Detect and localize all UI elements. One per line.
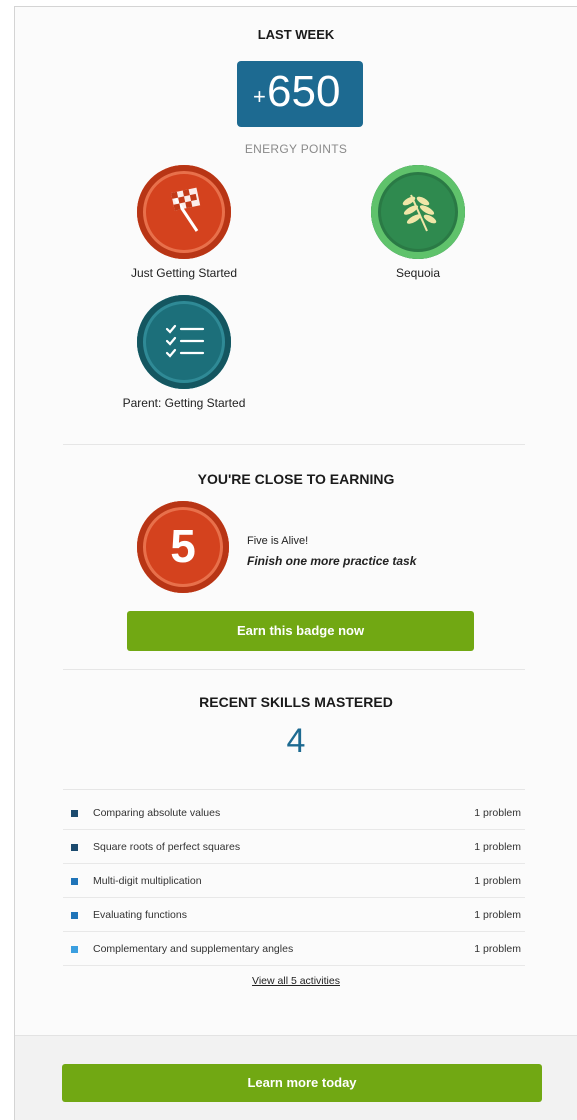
skill-row: Evaluating functions 1 problem <box>63 898 525 932</box>
checklist-icon <box>165 324 205 358</box>
footer: Learn more today <box>15 1035 577 1120</box>
earn-badge-button[interactable]: Earn this badge now <box>127 611 474 651</box>
skill-row: Complementary and supplementary angles 1… <box>63 932 525 966</box>
summary-card: LAST WEEK + 650 ENERGY POINTS Just Getti… <box>14 6 577 1120</box>
leaf-icon <box>402 194 437 232</box>
checkered-flag-icon <box>171 187 201 232</box>
skill-count: 1 problem <box>474 807 521 819</box>
divider <box>63 789 525 790</box>
skill-marker <box>71 810 78 817</box>
skill-marker <box>71 878 78 885</box>
skill-row: Square roots of perfect squares 1 proble… <box>63 830 525 864</box>
energy-points-label: ENERGY POINTS <box>244 142 348 156</box>
skill-count: 1 problem <box>474 943 521 955</box>
skill-count: 1 problem <box>474 909 521 921</box>
skill-row: Comparing absolute values 1 problem <box>63 796 525 830</box>
learn-more-button[interactable]: Learn more today <box>62 1064 542 1102</box>
badge-five-is-alive[interactable]: 5 <box>137 501 229 593</box>
badge-label-sequoia: Sequoia <box>395 266 441 280</box>
close-to-earning-title: YOU'RE CLOSE TO EARNING <box>197 471 395 487</box>
skill-row: Multi-digit multiplication 1 problem <box>63 864 525 898</box>
skills-title: RECENT SKILLS MASTERED <box>199 694 393 710</box>
skill-count: 1 problem <box>474 875 521 887</box>
last-week-title: LAST WEEK <box>257 27 335 42</box>
badge-parent-getting-started[interactable] <box>137 295 231 389</box>
badge-label-parent-getting-started: Parent: Getting Started <box>122 396 246 410</box>
divider <box>63 444 525 445</box>
badge-number: 5 <box>170 520 196 572</box>
badge-name: Five is Alive! <box>247 535 309 547</box>
skill-count: 1 problem <box>474 841 521 853</box>
skill-name: Multi-digit multiplication <box>93 875 202 887</box>
points-value: 650 <box>267 67 341 116</box>
energy-points-box: + 650 <box>237 61 363 127</box>
skill-marker <box>71 946 78 953</box>
skill-name: Complementary and supplementary angles <box>93 943 294 955</box>
badge-sequoia[interactable] <box>371 165 465 259</box>
badge-task: Finish one more practice task <box>247 554 417 568</box>
skill-name: Evaluating functions <box>93 909 187 921</box>
skill-name: Comparing absolute values <box>93 807 221 819</box>
view-all-activities-link[interactable]: View all 5 activities <box>15 975 577 987</box>
skill-name: Square roots of perfect squares <box>93 841 241 853</box>
skill-marker <box>71 844 78 851</box>
divider <box>63 669 525 670</box>
skills-count: 4 <box>286 722 306 760</box>
badge-just-getting-started[interactable] <box>137 165 231 259</box>
badge-label-just-getting-started: Just Getting Started <box>130 266 238 280</box>
skill-marker <box>71 912 78 919</box>
points-sign: + <box>253 84 266 109</box>
